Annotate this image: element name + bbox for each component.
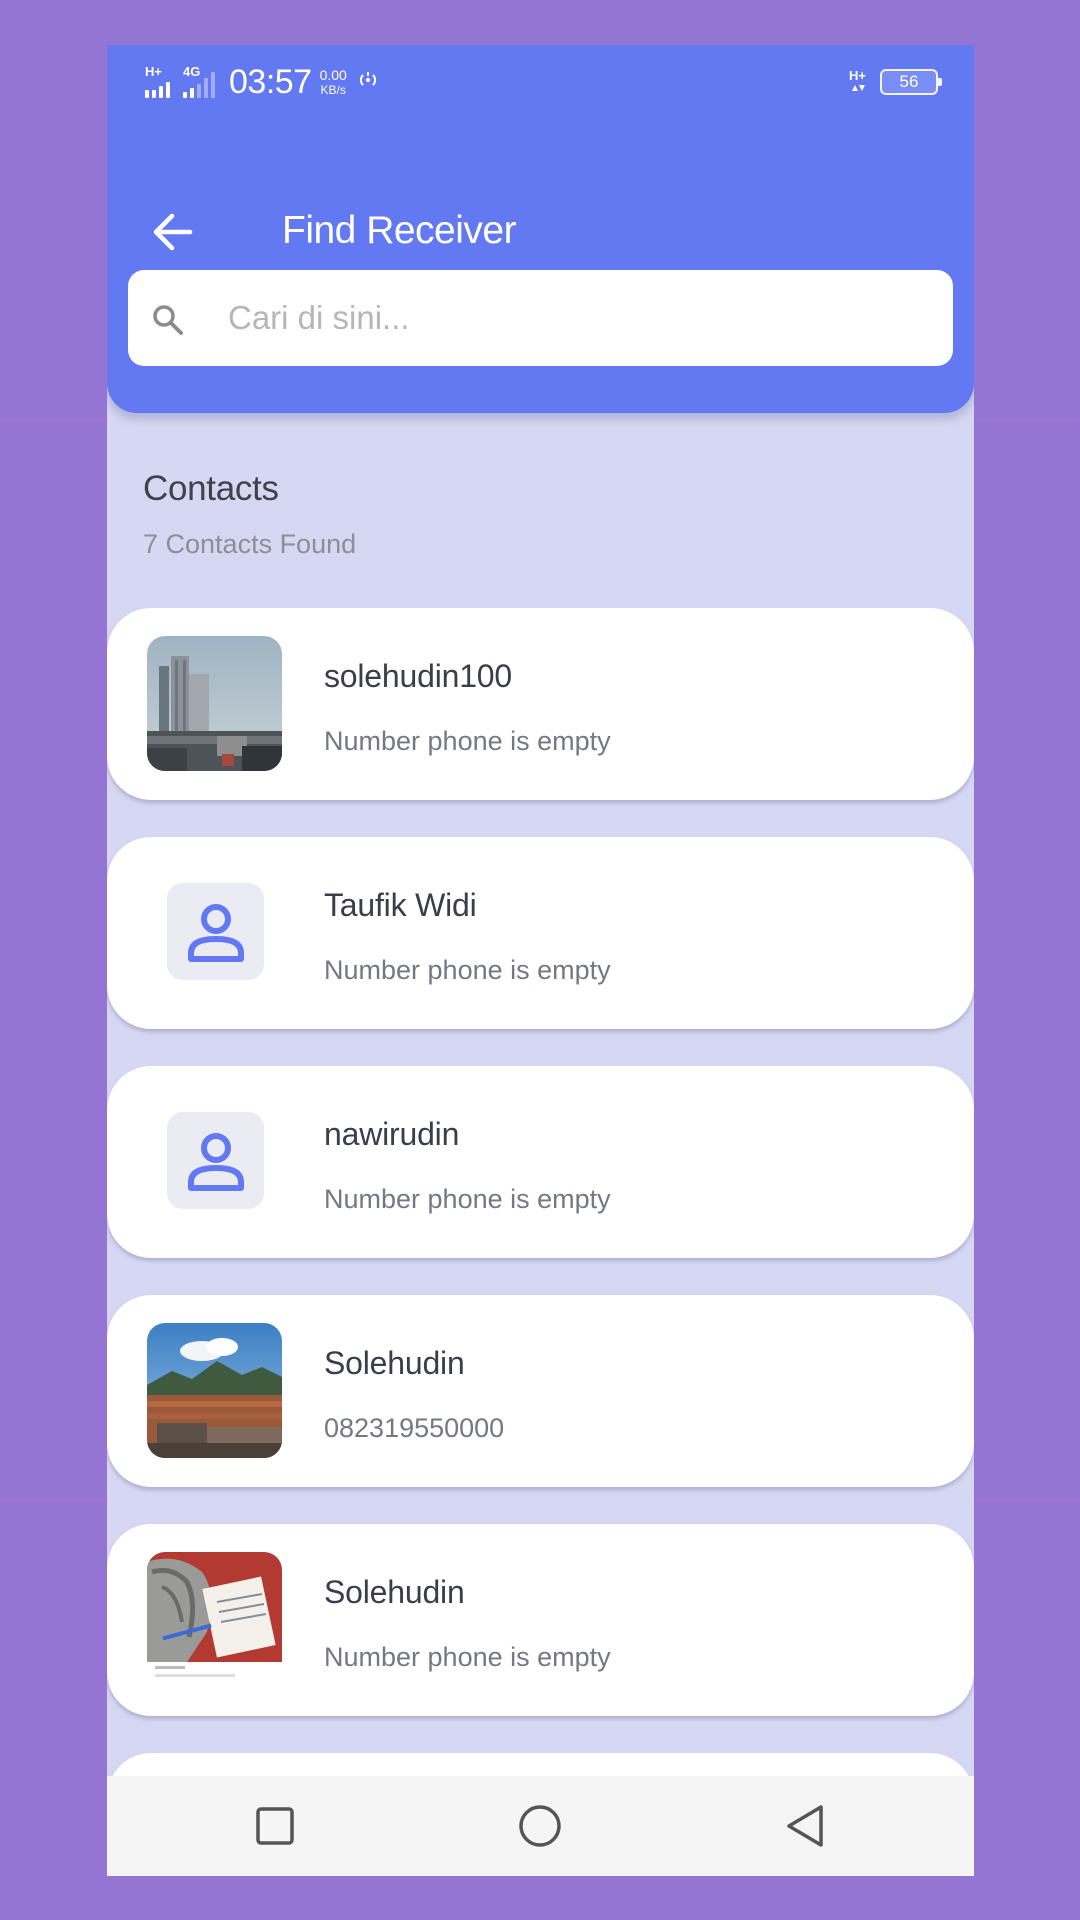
contact-name: Taufik Widi: [324, 887, 477, 923]
signal-icon-1: H+: [145, 64, 175, 98]
person-icon: [187, 903, 244, 962]
phone-screen: H+ 4G 03:57 0.00 KB/s H+ 56 Find Receive…: [107, 45, 974, 1876]
avatar-placeholder: [167, 883, 264, 980]
hotspot-icon: [355, 69, 381, 96]
contact-phone: Number phone is empty: [324, 1642, 611, 1672]
mobile-data-icon: H+: [849, 69, 866, 95]
contact-phone: Number phone is empty: [324, 955, 611, 985]
signal-1-tag: H+: [145, 63, 162, 79]
app-header: H+ 4G 03:57 0.00 KB/s H+ 56 Find Receive…: [107, 45, 974, 413]
contacts-count: 7 Contacts Found: [143, 529, 357, 559]
search-bar[interactable]: [128, 270, 953, 366]
avatar-photo-building: [147, 636, 282, 771]
status-bar: H+ 4G 03:57 0.00 KB/s H+ 56: [107, 45, 974, 125]
battery-icon: 56: [880, 69, 942, 95]
avatar-photo-landscape: [147, 1323, 282, 1458]
section-title: Contacts: [143, 469, 279, 508]
square-icon: [256, 1807, 294, 1845]
search-icon: [153, 305, 183, 335]
person-icon: [187, 1132, 244, 1191]
status-left: H+ 4G 03:57 0.00 KB/s: [145, 63, 381, 102]
contact-name: solehudin100: [324, 658, 512, 694]
search-input[interactable]: [228, 290, 928, 346]
net-speed-value: 0.00: [319, 66, 347, 83]
right-signal-tag: H+: [849, 68, 866, 83]
net-speed: 0.00 KB/s: [319, 66, 347, 98]
contact-card[interactable]: Solehudin 082319550000: [107, 1295, 974, 1487]
avatar-photo-cat: [147, 1552, 282, 1687]
contact-card[interactable]: nawirudin Number phone is empty: [107, 1066, 974, 1258]
contact-phone: Number phone is empty: [324, 1184, 611, 1214]
contact-phone: Number phone is empty: [324, 726, 611, 756]
triangle-back-icon: [787, 1805, 823, 1847]
contact-name: nawirudin: [324, 1116, 460, 1152]
clock: 03:57: [229, 63, 312, 101]
contact-card[interactable]: Taufik Widi Number phone is empty: [107, 837, 974, 1029]
net-speed-unit: KB/s: [320, 82, 346, 97]
contact-phone: 082319550000: [324, 1413, 505, 1443]
system-nav-bar: [107, 1776, 974, 1876]
back-button[interactable]: [145, 205, 199, 259]
signal-icon-2: 4G: [183, 64, 217, 98]
contact-name: Solehudin: [324, 1574, 465, 1610]
recent-apps-button[interactable]: [247, 1798, 303, 1854]
contact-card[interactable]: solehudin100 Number phone is empty: [107, 608, 974, 800]
circle-icon: [519, 1805, 561, 1847]
signal-2-tag: 4G: [183, 63, 201, 79]
avatar-placeholder: [167, 1112, 264, 1209]
home-button[interactable]: [512, 1798, 568, 1854]
battery-level: 56: [899, 72, 919, 91]
contact-name: Solehudin: [324, 1345, 465, 1381]
arrow-left-icon: [153, 213, 193, 251]
page-title: Find Receiver: [282, 209, 517, 252]
contact-card[interactable]: Solehudin Number phone is empty: [107, 1524, 974, 1716]
system-back-button[interactable]: [777, 1798, 833, 1854]
status-right: H+ 56: [849, 69, 942, 95]
